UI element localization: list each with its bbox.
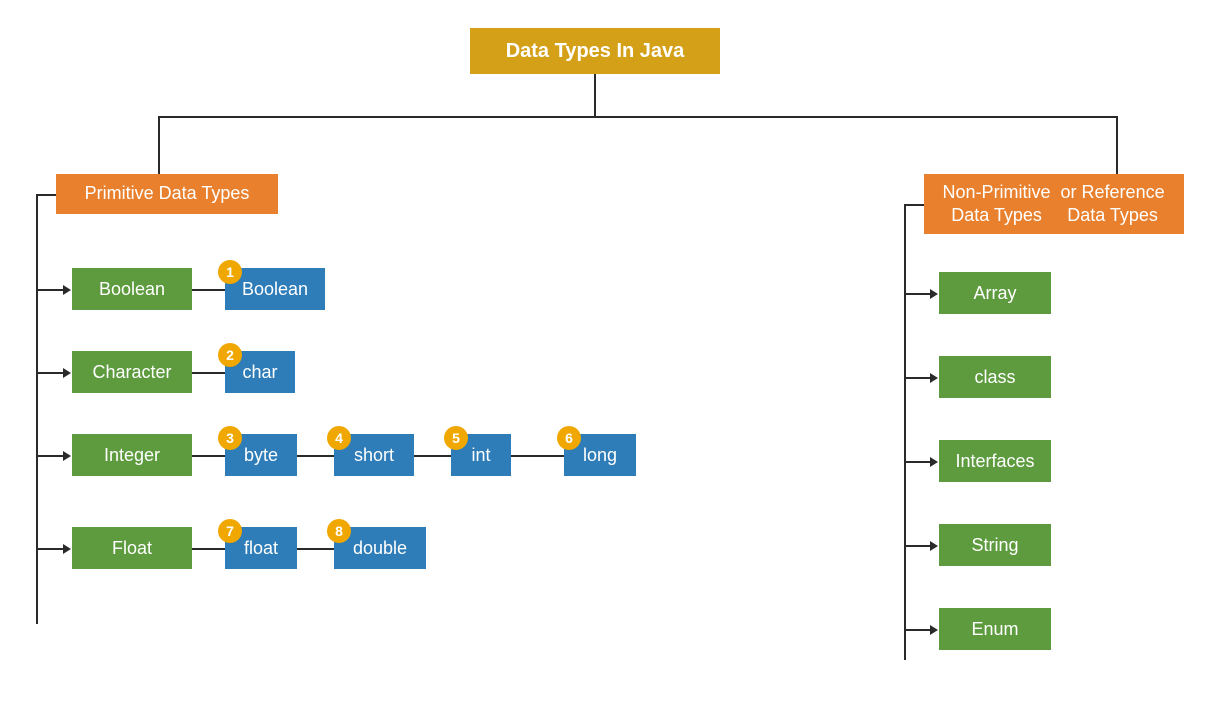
badge-3: 3 bbox=[218, 426, 242, 450]
conn-line bbox=[904, 545, 932, 547]
nonprimitive-header: Non-Primitive Data Types or Reference Da… bbox=[924, 174, 1184, 234]
arrow-icon bbox=[930, 289, 938, 299]
category-boolean: Boolean bbox=[72, 268, 192, 310]
conn-line bbox=[192, 289, 225, 291]
arrow-icon bbox=[930, 541, 938, 551]
badge-8: 8 bbox=[327, 519, 351, 543]
conn-line bbox=[36, 194, 56, 196]
nonprimitive-string: String bbox=[939, 524, 1051, 566]
badge-6: 6 bbox=[557, 426, 581, 450]
root-title: Data Types In Java bbox=[470, 28, 720, 74]
conn-line bbox=[414, 455, 451, 457]
conn-line bbox=[297, 548, 334, 550]
arrow-icon bbox=[930, 625, 938, 635]
conn-line bbox=[1116, 116, 1118, 174]
conn-line bbox=[904, 377, 932, 379]
conn-line bbox=[904, 293, 932, 295]
conn-line bbox=[904, 629, 932, 631]
conn-line bbox=[158, 116, 1118, 118]
category-character: Character bbox=[72, 351, 192, 393]
nonprimitive-enum: Enum bbox=[939, 608, 1051, 650]
nonprimitive-class: class bbox=[939, 356, 1051, 398]
conn-line bbox=[36, 548, 65, 550]
conn-line bbox=[904, 204, 906, 660]
conn-line bbox=[511, 455, 564, 457]
conn-line bbox=[36, 455, 65, 457]
badge-1: 1 bbox=[218, 260, 242, 284]
conn-line bbox=[36, 194, 38, 624]
conn-line bbox=[36, 289, 65, 291]
primitive-header: Primitive Data Types bbox=[56, 174, 278, 214]
conn-line bbox=[594, 74, 596, 118]
category-integer: Integer bbox=[72, 434, 192, 476]
conn-line bbox=[297, 455, 334, 457]
arrow-icon bbox=[63, 544, 71, 554]
conn-line bbox=[904, 204, 924, 206]
arrow-icon bbox=[930, 457, 938, 467]
arrow-icon bbox=[63, 368, 71, 378]
conn-line bbox=[192, 548, 225, 550]
nonprimitive-array: Array bbox=[939, 272, 1051, 314]
conn-line bbox=[36, 372, 65, 374]
badge-2: 2 bbox=[218, 343, 242, 367]
nonprimitive-interfaces: Interfaces bbox=[939, 440, 1051, 482]
arrow-icon bbox=[63, 285, 71, 295]
conn-line bbox=[904, 461, 932, 463]
conn-line bbox=[192, 372, 225, 374]
conn-line bbox=[158, 116, 160, 174]
arrow-icon bbox=[930, 373, 938, 383]
badge-7: 7 bbox=[218, 519, 242, 543]
badge-4: 4 bbox=[327, 426, 351, 450]
conn-line bbox=[192, 455, 225, 457]
arrow-icon bbox=[63, 451, 71, 461]
nonprimitive-header-line2: or Reference Data Types bbox=[1055, 181, 1170, 228]
nonprimitive-header-line1: Non-Primitive Data Types bbox=[938, 181, 1055, 228]
badge-5: 5 bbox=[444, 426, 468, 450]
category-float: Float bbox=[72, 527, 192, 569]
